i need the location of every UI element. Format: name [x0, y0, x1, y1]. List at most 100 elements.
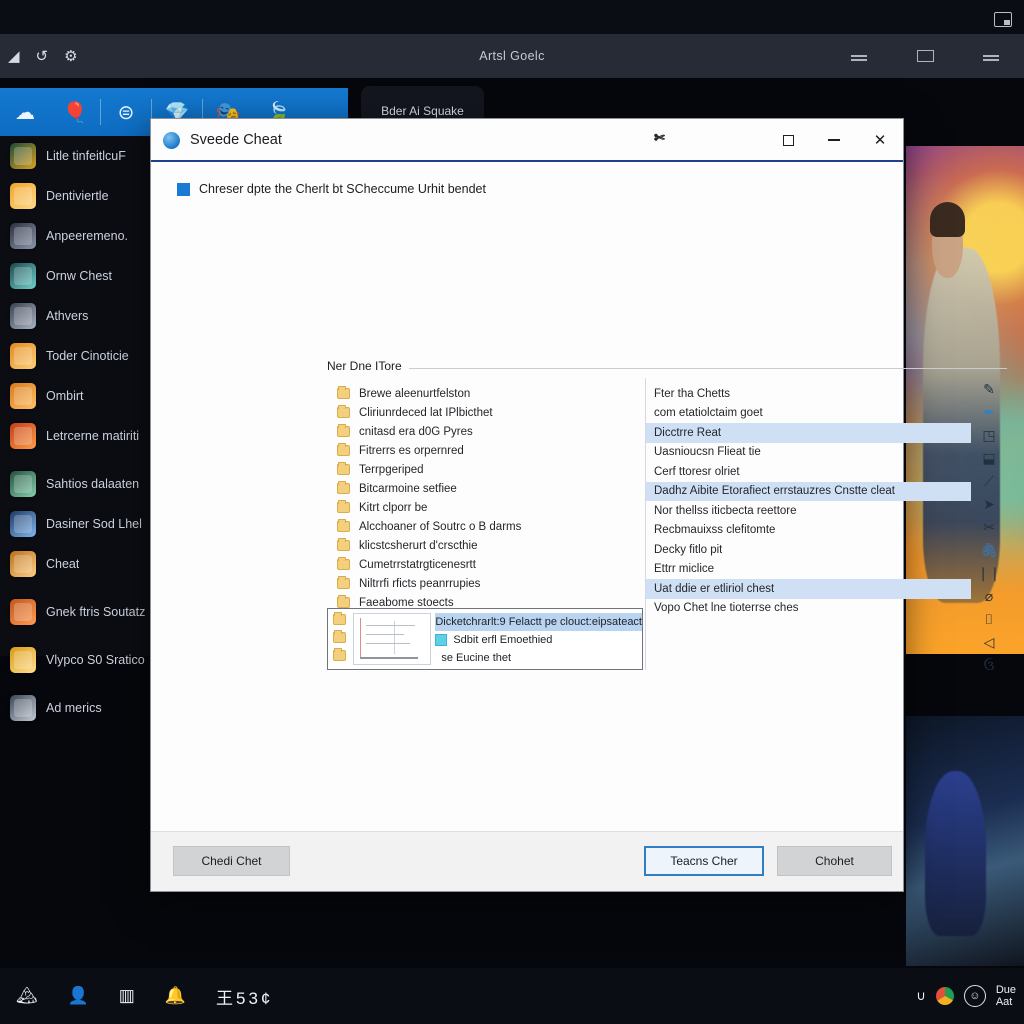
sidebar-item-label: Litle tinfeitlcuF: [46, 149, 126, 163]
chrome-close-button[interactable]: [958, 34, 1024, 78]
chart-thumbnail[interactable]: [352, 613, 432, 665]
balloon-icon[interactable]: 🎈: [50, 88, 100, 136]
checkbox-indicator[interactable]: [435, 634, 448, 646]
sidebar-item-12[interactable]: Vlypco S0 Sratico: [0, 640, 152, 680]
sidebar-item-label: Ad merics: [46, 701, 102, 715]
help-icon[interactable]: ✄: [654, 130, 665, 146]
cloud-icon[interactable]: ☁: [0, 88, 50, 136]
right-list-item[interactable]: com etatiolctaim goet: [646, 404, 971, 424]
taskbar-clock[interactable]: 王53¢: [216, 984, 273, 1009]
inset-row-plain[interactable]: se Eucine thet: [435, 649, 642, 667]
folder-icon[interactable]: [332, 648, 346, 661]
dialog-title-bar[interactable]: Sveede Cheat ✄ ✕: [151, 119, 903, 162]
right-list-item[interactable]: Recbmauixss clefitomte: [646, 521, 971, 541]
inset-row-selected-label: Dicketchrarlt:9 Felactt pe clouct:eipsat…: [435, 616, 642, 628]
inset-row-selected[interactable]: Dicketchrarlt:9 Felactt pe clouct:eipsat…: [435, 613, 642, 631]
window-icon[interactable]: ▥: [119, 986, 135, 1006]
left-list-item[interactable]: Alcchoaner of Soutrc o B darms: [327, 517, 645, 536]
left-list-item[interactable]: Cumetrrstatrgticenesrtt: [327, 555, 645, 574]
left-list-item-label: Terrpgeriped: [359, 463, 424, 476]
right-list-item[interactable]: Ettrr miclice: [646, 560, 971, 580]
taskbar-due: Due Aat: [996, 984, 1016, 1008]
close-icon: [983, 55, 999, 57]
right-list-item[interactable]: Nor thellss iticbecta reettore: [646, 501, 971, 521]
left-list-item[interactable]: Cliriunrdeced lat IPlbicthet: [327, 403, 645, 422]
resume-cheat-button[interactable]: Teacns Cher: [644, 846, 764, 876]
lasso-tool-icon[interactable]: ઉ: [971, 654, 1007, 677]
sidebar-item-11[interactable]: Gnek ftris Soutatz: [0, 592, 152, 632]
mountain-icon[interactable]: 🏔: [16, 986, 38, 1006]
right-list-item[interactable]: Uasnioucsn Flieat tie: [646, 443, 971, 463]
right-list-item[interactable]: Decky fitlo pit: [646, 540, 971, 560]
right-list-item-selected[interactable]: Dicctrre Reat: [646, 423, 971, 443]
right-list-item[interactable]: Cerf ttoresr olriet: [646, 462, 971, 482]
chrome-minimize-button[interactable]: [826, 34, 892, 78]
right-list-item-label: com etatiolctaim goet: [654, 407, 763, 420]
sidebar-item-4[interactable]: Athvers: [0, 296, 152, 336]
sidebar-item-5[interactable]: Toder Cinoticie: [0, 336, 152, 376]
stack-icon[interactable]: ⊜: [101, 88, 151, 136]
sidebar-item-7[interactable]: Letrcerne matiriti: [0, 416, 152, 456]
right-list-item-label: Ettrr miclice: [654, 563, 715, 576]
scissors-tool-icon[interactable]: ✂: [971, 516, 1007, 539]
right-list-item[interactable]: Fter tha Chetts: [646, 384, 971, 404]
right-pane[interactable]: Fter tha Chetts com etatiolctaim goet Dicc…: [646, 378, 971, 670]
left-list-item[interactable]: cnitasd era d0G Pyres: [327, 422, 645, 441]
left-list-item[interactable]: Fitrerrs es orpernred: [327, 441, 645, 460]
smiley-icon[interactable]: ☺: [963, 985, 986, 1007]
left-list-item[interactable]: Terrpgeriped: [327, 460, 645, 479]
link-tool-icon[interactable]: 🖇: [971, 539, 1007, 562]
left-list-item[interactable]: Kitrt clporr be: [327, 498, 645, 517]
tool-strip: ✎ ✒ ◳ ⬓ ⟋ ➤ ✂ 🖇 ❘❘ ⌀ ⌷ ◁ ઉ: [971, 378, 1007, 673]
check-cheat-button[interactable]: Chedi Chet: [173, 846, 290, 876]
left-list-item-label: Niltrrfi rficts peanrrupies: [359, 577, 481, 590]
minimize-icon: [828, 139, 840, 141]
bell-icon[interactable]: 🔔: [165, 986, 186, 1006]
inset-row-checkbox[interactable]: Sdbit erfl Emoethied: [435, 631, 642, 649]
folder-icon[interactable]: [332, 630, 346, 643]
sidebar-item-10[interactable]: Cheat: [0, 544, 152, 584]
pencil-tool-icon[interactable]: ✎: [971, 378, 1007, 401]
dialog-maximize-button[interactable]: [765, 119, 811, 161]
left-list-item[interactable]: Bitcarmoine setfiee: [327, 479, 645, 498]
box-tool-icon[interactable]: ⌷: [971, 608, 1007, 631]
crop-tool-icon[interactable]: ◳: [971, 424, 1007, 447]
right-list-item-selected[interactable]: Uat ddie er etliriol chest: [646, 579, 971, 599]
pen-tool-icon[interactable]: ✒: [971, 401, 1007, 424]
shape-tool-icon[interactable]: ◁: [971, 631, 1007, 654]
sidebar-item-label: Vlypco S0 Sratico: [46, 653, 145, 667]
sidebar-item-9[interactable]: Dasiner Sod Lhel: [0, 504, 152, 544]
line-tool-icon[interactable]: ⟋: [971, 470, 1007, 493]
frame-tool-icon[interactable]: ⬓: [971, 447, 1007, 470]
left-list-item-label: Faeabome stoects: [359, 596, 454, 609]
columns-tool-icon[interactable]: ❘❘: [971, 562, 1007, 585]
person-icon[interactable]: 👤: [68, 986, 89, 1006]
measure-tool-icon[interactable]: ⌀: [971, 585, 1007, 608]
cancel-button[interactable]: Chohet: [777, 846, 892, 876]
folder-icon: [337, 405, 350, 418]
right-list-item[interactable]: Vopo Chet lne tioterrse ches: [646, 599, 971, 619]
checkbox-indicator[interactable]: [177, 182, 190, 196]
right-list-item-selected[interactable]: Dadhz Aibite Etorafiect errstauzres Cnst…: [646, 481, 971, 501]
sidebar-item-8[interactable]: Sahtios dalaaten: [0, 464, 152, 504]
thumbnail-baseline: [359, 657, 419, 659]
sidebar-item-0[interactable]: Litle tinfeitlcuF: [0, 136, 152, 176]
folder-icon[interactable]: [332, 612, 346, 625]
browser-icon[interactable]: [935, 987, 954, 1005]
sidebar-item-1[interactable]: Dentiviertle: [0, 176, 152, 216]
dialog-minimize-button[interactable]: [811, 119, 857, 161]
sidebar-item-2[interactable]: Anpeeremeno.: [0, 216, 152, 256]
left-list-item[interactable]: Brewe aleenurtfelston: [327, 384, 645, 403]
dialog-close-button[interactable]: ✕: [857, 119, 903, 161]
chrome-maximize-button[interactable]: [892, 34, 958, 78]
sidebar-item-3[interactable]: Ornw Chest: [0, 256, 152, 296]
left-list-item[interactable]: klicstcsherurt d'crscthie: [327, 536, 645, 555]
top-checkbox-row[interactable]: Chreser dpte the Cherlt bt SCheccume Urh…: [151, 162, 903, 196]
restore-window-icon[interactable]: [994, 12, 1012, 27]
sidebar-item-13[interactable]: Ad merics: [0, 688, 152, 728]
sidebar-item-6[interactable]: Ombirt: [0, 376, 152, 416]
right-list-item-label: Cerf ttoresr olriet: [654, 465, 740, 478]
arrow-tool-icon[interactable]: ➤: [971, 493, 1007, 516]
left-list-item[interactable]: Niltrrfi rficts peanrrupies: [327, 574, 645, 593]
